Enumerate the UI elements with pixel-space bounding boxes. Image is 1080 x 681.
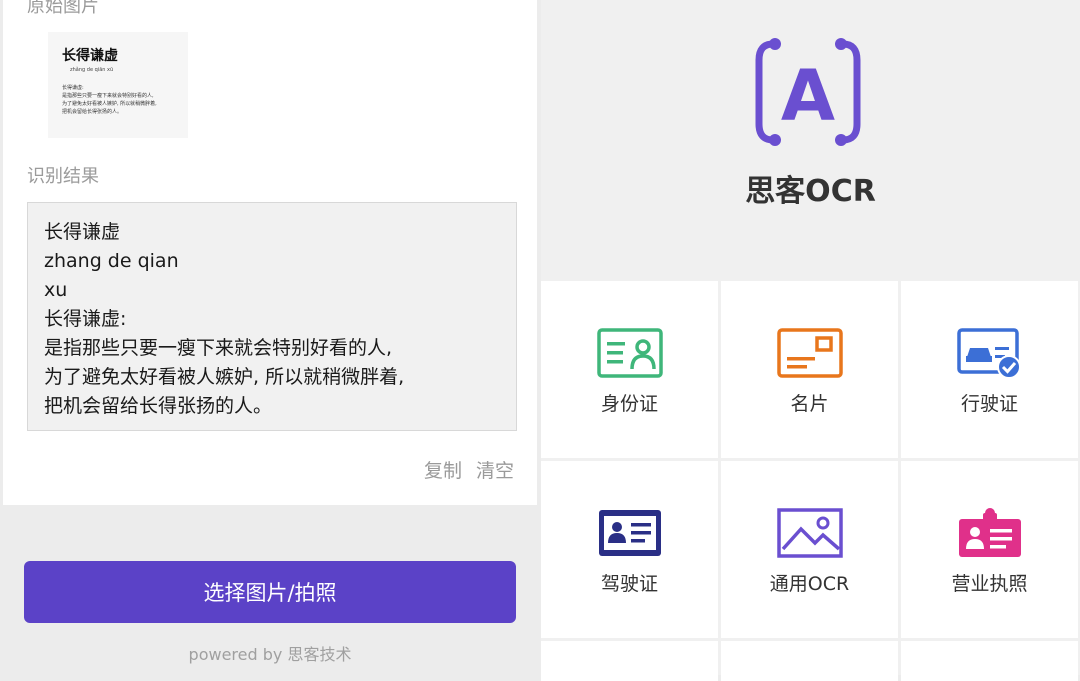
clear-button[interactable]: 清空 — [476, 460, 514, 482]
result-textarea[interactable]: 长得谦虚 zhang de qian xu 长得谦虚: 是指那些只要一瘦下来就会… — [27, 202, 517, 431]
result-actions: 复制 清空 — [410, 456, 514, 483]
menu-item-business-card[interactable]: 名片 — [721, 281, 898, 458]
menu-item-label: 身份证 — [600, 393, 658, 415]
menu-item-label: 行驶证 — [960, 393, 1018, 415]
vehicle-license-icon — [957, 328, 1021, 379]
menu-item-id-card[interactable]: 身份证 — [541, 281, 718, 458]
app-header: A 思客OCR — [541, 0, 1080, 280]
menu-item-vehicle-license[interactable]: 行驶证 — [901, 281, 1078, 458]
ocr-result-card: 原始图片 长得谦虚 zhǎng de qiān xū 长得谦虚: 是指那些只要一… — [3, 0, 537, 505]
result-text: 长得谦虚 zhang de qian xu 长得谦虚: 是指那些只要一瘦下来就会… — [44, 221, 405, 417]
menu-item-partial[interactable] — [721, 641, 898, 681]
image-icon — [777, 508, 843, 558]
powered-by-footer: powered by 思客技术 — [188, 645, 352, 664]
logo-letter: A — [781, 55, 835, 137]
copy-button[interactable]: 复制 — [424, 460, 462, 482]
menu-item-label: 营业执照 — [951, 573, 1028, 595]
result-label: 识别结果 — [27, 166, 99, 187]
menu-item-partial[interactable] — [901, 641, 1078, 681]
select-image-button[interactable]: 选择图片/拍照 — [24, 561, 516, 623]
feature-grid: 身份证 名片 行驶证 驾驶证 通用OCR 营业执照 — [541, 281, 1080, 681]
driver-license-icon — [599, 510, 661, 556]
thumbnail-pinyin: zhǎng de qiān xū — [70, 67, 114, 73]
menu-item-partial[interactable] — [541, 641, 718, 681]
thumbnail-title: 长得谦虚 — [62, 48, 118, 64]
right-screen: A 思客OCR 身份证 名片 行驶证 驾驶证 通用OCR 营业执照 — [541, 0, 1080, 681]
menu-item-business-license[interactable]: 营业执照 — [901, 461, 1078, 638]
original-image-label: 原始图片 — [27, 0, 99, 17]
menu-item-driver-license[interactable]: 驾驶证 — [541, 461, 718, 638]
menu-item-label: 通用OCR — [769, 573, 850, 595]
original-image-thumbnail[interactable]: 长得谦虚 zhǎng de qiān xū 长得谦虚: 是指那些只要一瘦下来就会… — [48, 32, 188, 138]
business-license-icon — [959, 508, 1021, 557]
id-card-icon — [597, 328, 663, 378]
app-name: 思客OCR — [745, 174, 876, 209]
menu-item-label: 名片 — [790, 393, 829, 415]
business-card-icon — [777, 328, 843, 378]
left-screen: 原始图片 长得谦虚 zhǎng de qiān xū 长得谦虚: 是指那些只要一… — [0, 0, 540, 675]
ocr-logo-icon: A — [755, 38, 861, 146]
menu-item-label: 驾驶证 — [600, 573, 658, 595]
thumbnail-body: 长得谦虚: 是指那些只要一瘦下来就会特别好看的人, 为了避免太好看被人嫉妒, 所… — [62, 85, 157, 115]
menu-item-general-ocr[interactable]: 通用OCR — [721, 461, 898, 638]
